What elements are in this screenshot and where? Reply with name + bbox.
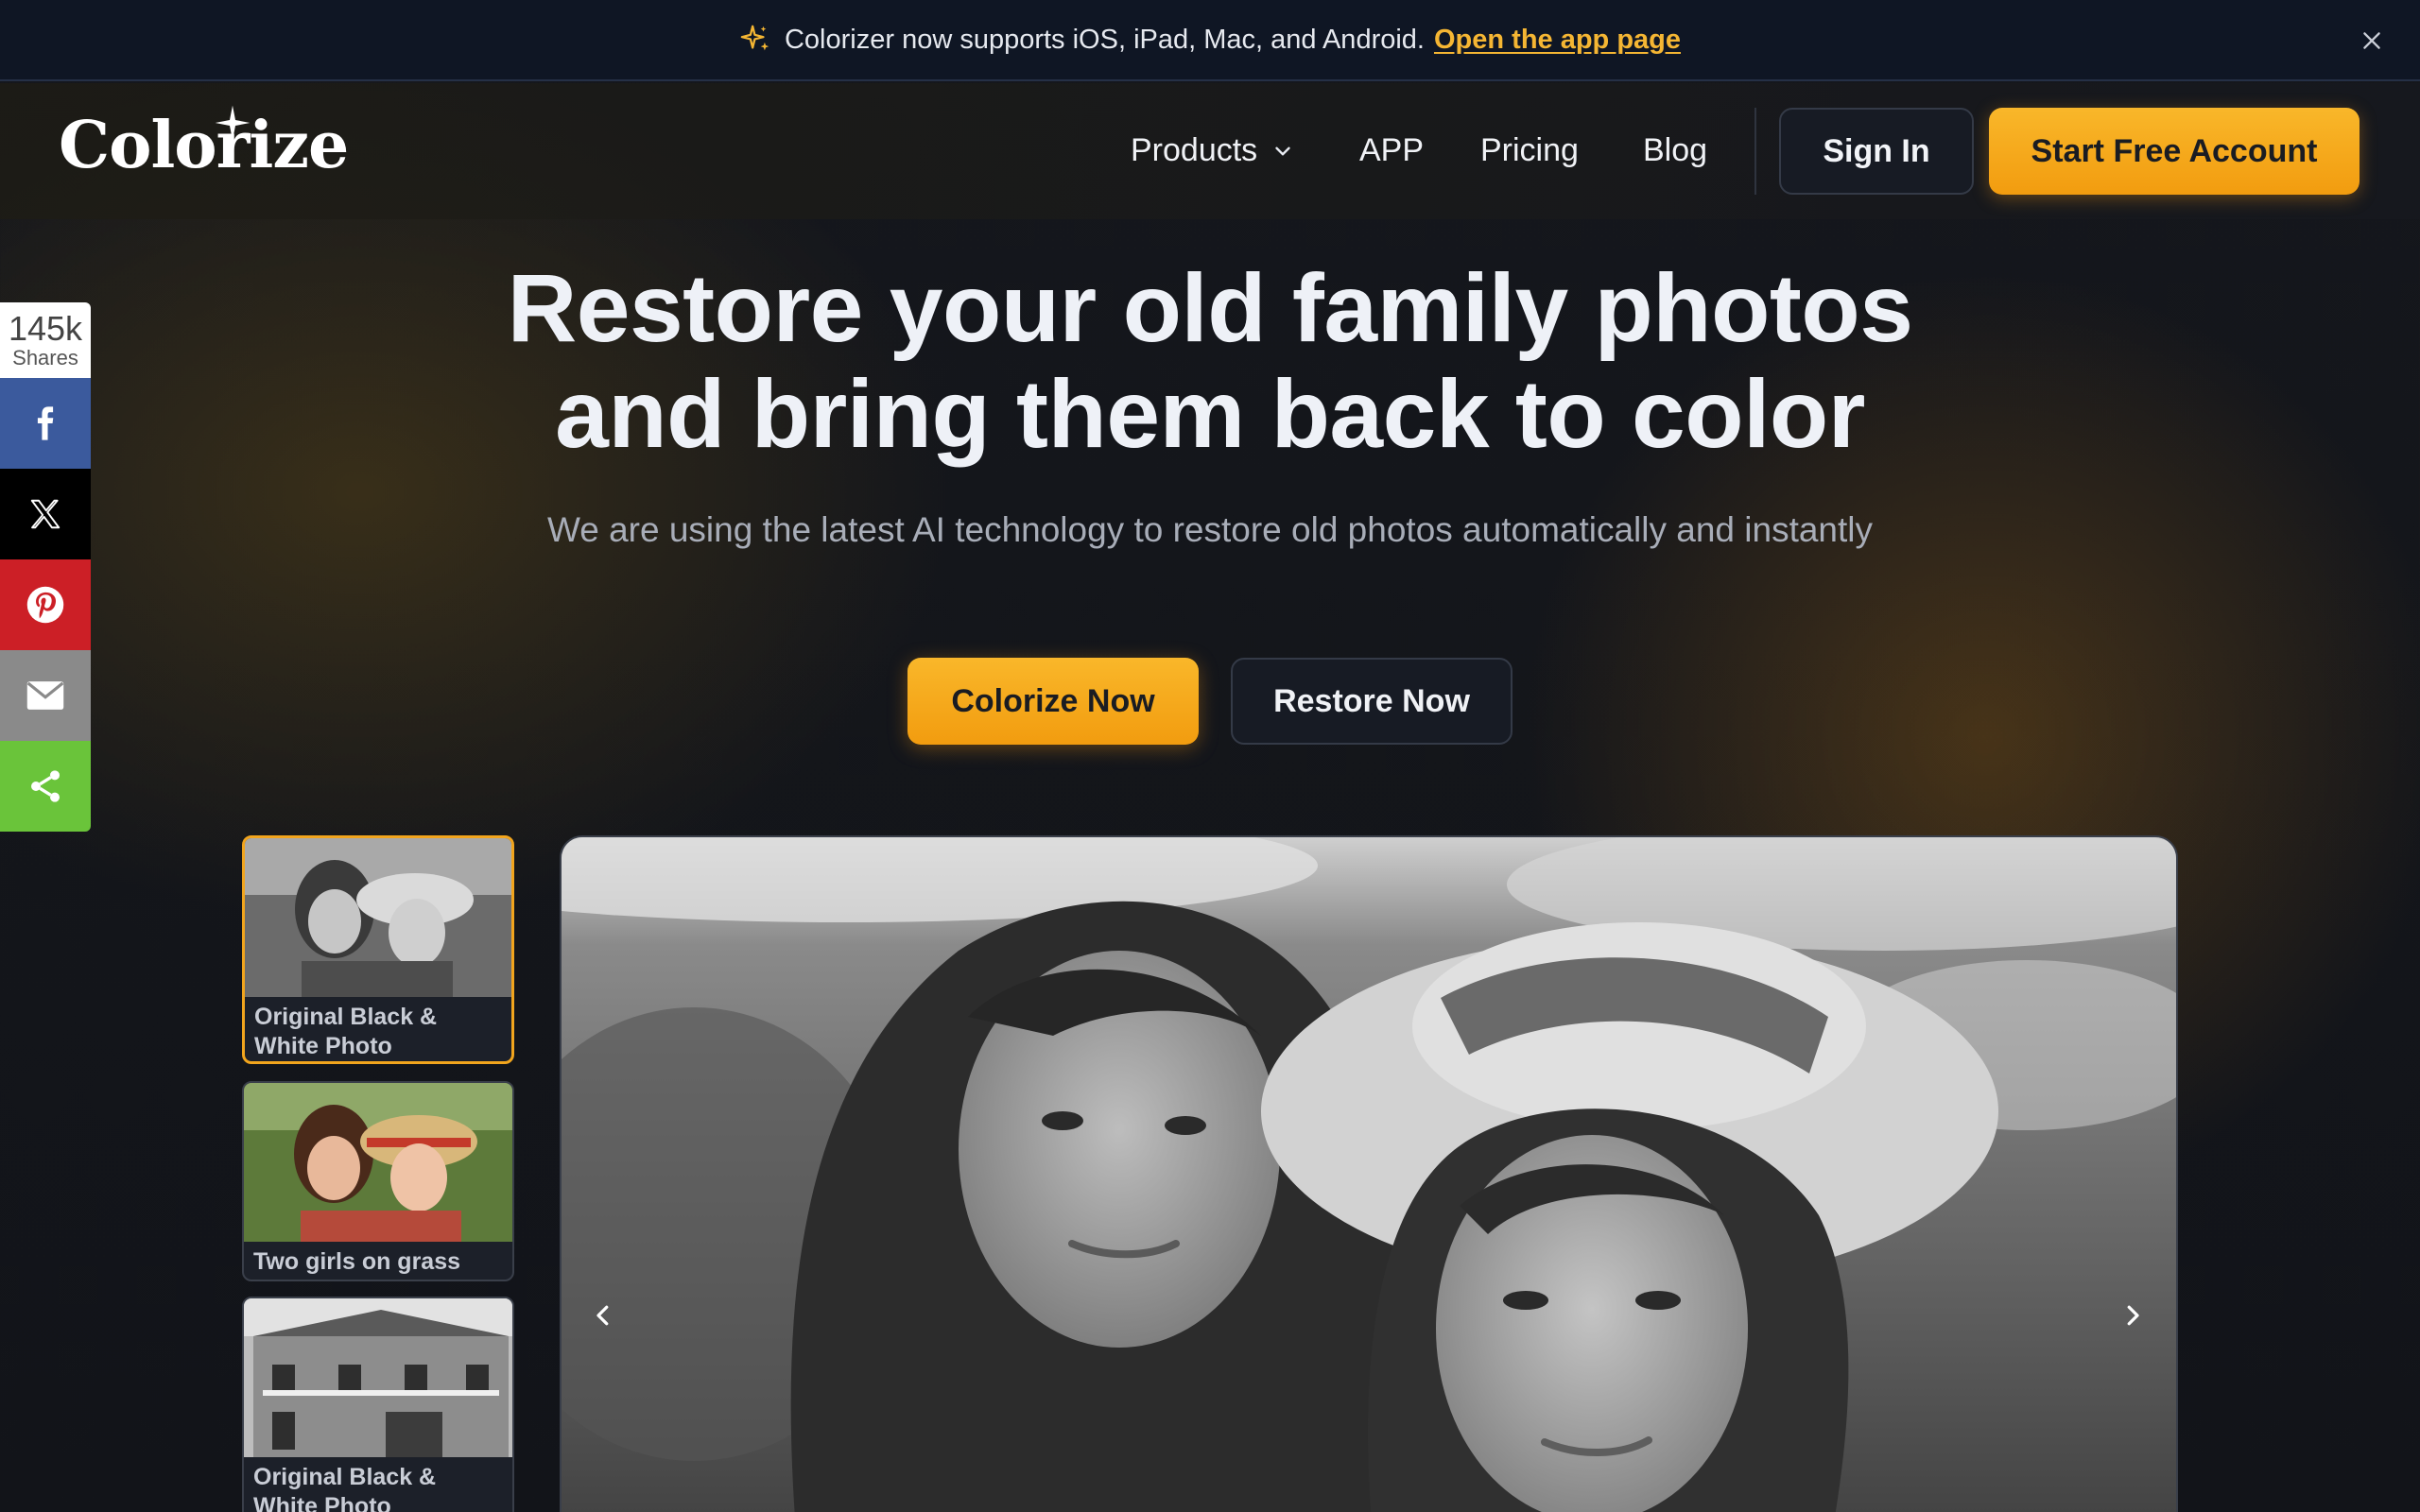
nav-products-label: Products — [1131, 132, 1258, 168]
colorize-now-button[interactable]: Colorize Now — [908, 658, 1199, 745]
announcement-bar: Colorizer now supports iOS, iPad, Mac, a… — [0, 0, 2420, 81]
thumbnail-caption: Two girls on grass — [253, 1248, 461, 1275]
hero-title-line-2: and bring them back to color — [555, 360, 1865, 468]
nav-products[interactable]: Products — [1131, 132, 1295, 169]
chevron-right-icon — [2127, 1305, 2139, 1326]
logo-text: Colorize — [59, 108, 349, 183]
sign-in-button[interactable]: Sign In — [1779, 108, 1974, 195]
hero-subtitle: We are using the latest AI technology to… — [546, 510, 1874, 549]
chevron-down-icon — [1275, 146, 1290, 155]
nav-pricing[interactable]: Pricing — [1480, 132, 1579, 169]
pinterest-icon — [26, 586, 64, 624]
announcement-text: Colorizer now supports iOS, iPad, Mac, a… — [784, 24, 1425, 55]
nav-app[interactable]: APP — [1359, 132, 1424, 169]
hero-title-line-1: Restore your old family photos — [507, 254, 1913, 362]
carousel-prev-button[interactable] — [577, 1289, 630, 1342]
hero-title: Restore your old family photos and bring… — [0, 255, 2420, 467]
nav-divider — [1754, 108, 1756, 195]
sparkle-icon — [740, 25, 769, 51]
logo[interactable]: Colorize — [59, 105, 349, 193]
color-photo-thumbnail — [244, 1083, 512, 1242]
pinterest-share-button[interactable] — [0, 559, 91, 650]
share-icon — [31, 770, 60, 802]
email-icon — [26, 681, 64, 710]
thumbnail-caption: Original Black & White Photo — [253, 1464, 437, 1512]
thumbnail-caption: Original Black & White Photo — [254, 1004, 438, 1059]
email-share-button[interactable] — [0, 650, 91, 741]
site-header: Colorize Products APP Pricing Blog Sign … — [0, 83, 2420, 219]
thumbnail-image — [244, 1298, 512, 1457]
bw-main-photo — [562, 837, 2176, 1512]
bw-house-thumbnail — [244, 1298, 512, 1457]
logo-star-icon — [215, 105, 251, 141]
thumbnail-color-girls[interactable]: Two girls on grass — [242, 1081, 514, 1281]
carousel-next-button[interactable] — [2106, 1289, 2159, 1342]
open-app-page-link[interactable]: Open the app page — [1434, 25, 1681, 56]
bw-photo-thumbnail — [245, 838, 511, 997]
more-share-button[interactable] — [0, 741, 91, 832]
start-free-account-button[interactable]: Start Free Account — [1989, 108, 2360, 195]
nav-blog[interactable]: Blog — [1643, 132, 1707, 169]
thumbnail-image — [244, 1083, 512, 1242]
close-announcement-button[interactable] — [2356, 25, 2388, 57]
thumbnail-bw-house[interactable]: Original Black & White Photo — [242, 1297, 514, 1512]
close-icon — [2363, 32, 2380, 49]
main-photo-viewer[interactable] — [560, 835, 2178, 1512]
restore-now-button[interactable]: Restore Now — [1231, 658, 1512, 745]
thumbnail-bw-girls[interactable]: Original Black & White Photo — [242, 835, 514, 1064]
thumbnail-image — [245, 838, 511, 997]
chevron-left-icon — [596, 1305, 609, 1326]
